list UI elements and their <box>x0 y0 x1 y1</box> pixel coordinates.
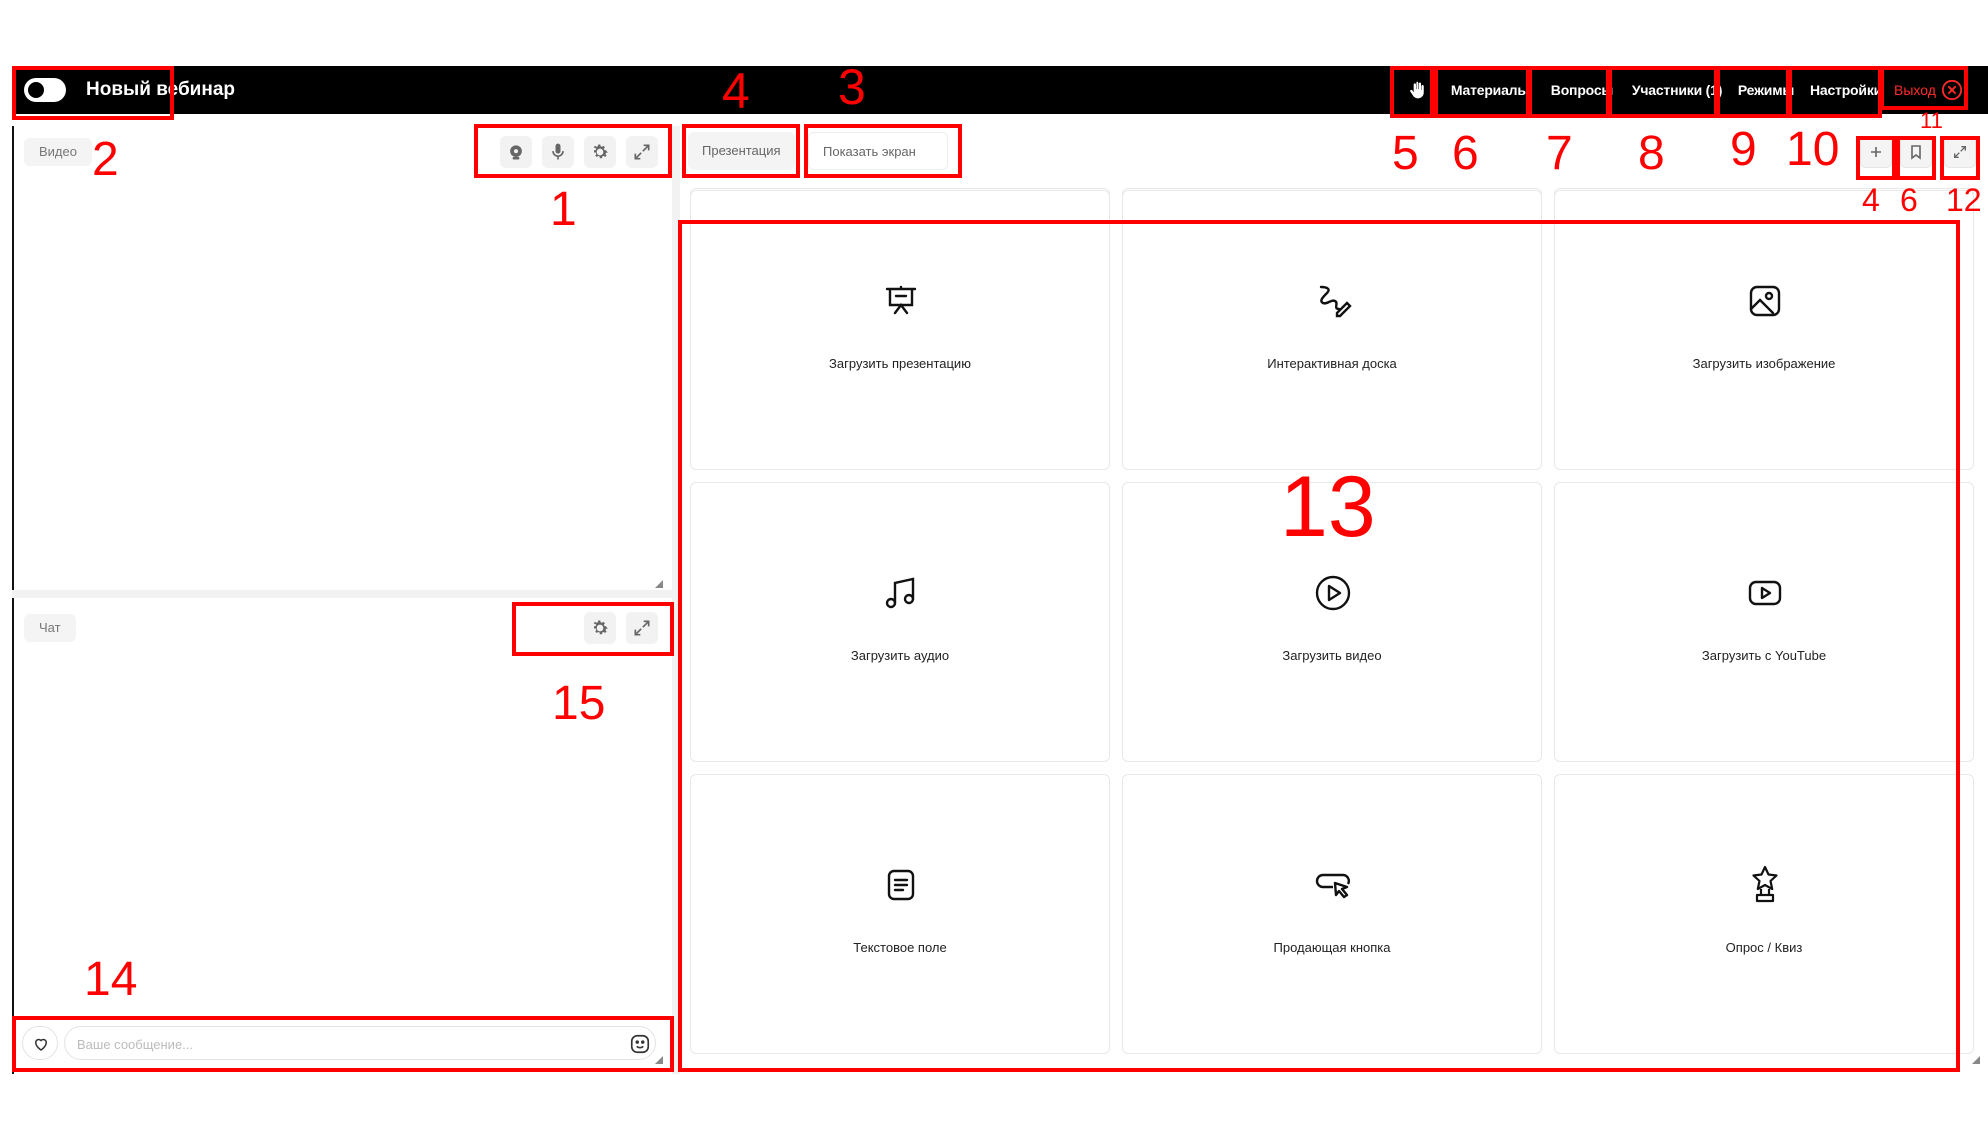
annotation-box <box>1788 66 1882 118</box>
annotation-number: 14 <box>84 953 138 1006</box>
chat-panel-label: Чат <box>24 614 76 642</box>
annotation-number: 1 <box>550 183 577 236</box>
annotation-box <box>1608 66 1718 118</box>
annotation-box <box>1390 66 1434 118</box>
annotation-number: 6 <box>1452 127 1479 180</box>
annotation-number: 6 <box>1900 182 1918 218</box>
annotation-number: 10 <box>1786 123 1840 176</box>
annotation-number: 13 <box>1280 459 1376 555</box>
content-resize-handle[interactable] <box>1972 1056 1980 1064</box>
annotation-number: 5 <box>1392 127 1419 180</box>
annotation-box <box>474 124 672 178</box>
annotation-number: 3 <box>838 59 866 115</box>
annotation-number: 2 <box>92 133 119 186</box>
annotation-box <box>1434 66 1530 118</box>
annotation-number: 9 <box>1730 123 1757 176</box>
annotation-box <box>1896 136 1936 180</box>
annotation-box <box>512 602 674 656</box>
video-panel-label: Видео <box>24 138 92 166</box>
annotation-number: 8 <box>1638 127 1665 180</box>
annotation-box <box>678 220 1960 1072</box>
annotation-number: 12 <box>1946 182 1982 218</box>
video-resize-handle[interactable] <box>655 580 663 588</box>
annotation-box <box>682 124 800 178</box>
annotation-box <box>1856 136 1896 180</box>
pane-splitter[interactable] <box>12 590 672 598</box>
annotation-box <box>12 66 174 120</box>
annotation-number: 4 <box>1862 182 1880 218</box>
annotation-box <box>1716 66 1790 118</box>
annotation-number: 4 <box>722 63 750 119</box>
annotation-box <box>1940 136 1980 180</box>
left-panel <box>12 126 672 1074</box>
annotation-number: 7 <box>1546 127 1573 180</box>
annotation-number: 15 <box>552 677 606 730</box>
annotation-box <box>804 124 962 178</box>
annotation-box <box>1528 66 1610 118</box>
webinar-room: Новый вебинар Материалы Вопросы Участник… <box>0 0 1988 1126</box>
annotation-box <box>12 1016 674 1072</box>
annotation-number: 11 <box>1920 108 1943 133</box>
annotation-box <box>1880 66 1968 110</box>
